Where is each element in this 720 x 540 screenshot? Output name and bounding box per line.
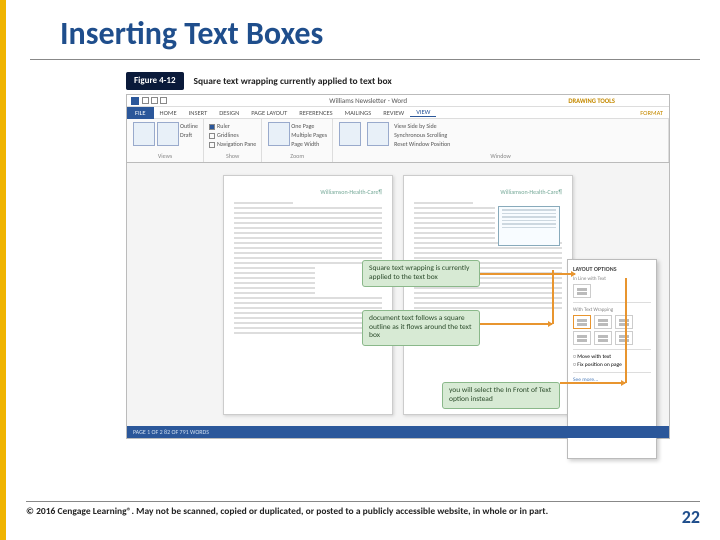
opt-inline[interactable] — [573, 284, 591, 298]
page-header: Williamson-Health-Care¶ — [234, 188, 382, 196]
reset-position-button[interactable]: Reset Window Position — [394, 140, 450, 148]
layout-options-title: LAYOUT OPTIONS — [573, 265, 651, 273]
group-zoom-label: Zoom — [267, 152, 327, 160]
tab-home[interactable]: HOME — [154, 109, 183, 117]
read-mode-button[interactable] — [133, 122, 155, 146]
one-page-button[interactable]: One Page — [291, 122, 327, 130]
tab-review[interactable]: REVIEW — [377, 109, 410, 117]
opt-tight[interactable] — [594, 315, 612, 329]
document-area: Williamson-Health-Care¶ — [127, 163, 669, 427]
group-window-label: Window — [338, 152, 663, 160]
opt-square[interactable] — [573, 315, 591, 329]
group-show: Ruler Gridlines Navigation Pane Show — [204, 119, 262, 162]
word-app-window: Williams Newsletter - Word DRAWING TOOLS… — [126, 94, 670, 439]
window-title: Williams Newsletter - Word — [168, 96, 568, 105]
qat-save-icon[interactable] — [142, 97, 149, 104]
radio-move-with-text[interactable]: Move with text — [573, 354, 651, 360]
group-zoom: One Page Multiple Pages Page Width Zoom — [262, 119, 333, 162]
arrow-3v — [625, 278, 627, 383]
page-2[interactable]: Williamson-Health-Care¶ — [403, 175, 573, 415]
tab-page-layout[interactable]: PAGE LAYOUT — [245, 109, 293, 117]
draft-button[interactable]: Draft — [180, 131, 198, 139]
title-bar: Williams Newsletter - Word DRAWING TOOLS — [127, 95, 669, 107]
opt-through[interactable] — [615, 315, 633, 329]
page-header-2: Williamson-Health-Care¶ — [414, 188, 562, 196]
tab-file[interactable]: FILE — [127, 107, 154, 119]
ribbon-tabs: FILE HOME INSERT DESIGN PAGE LAYOUT REFE… — [127, 107, 669, 119]
copyright-text: © 2016 Cengage Learning®. May not be sca… — [26, 506, 682, 530]
arrow-2 — [480, 323, 552, 325]
callout-in-front: you will select the In Front of Text opt… — [442, 382, 560, 409]
slide-footer: © 2016 Cengage Learning®. May not be sca… — [26, 501, 700, 530]
contextual-tab-group: DRAWING TOOLS — [568, 97, 615, 105]
qat-undo-icon[interactable] — [151, 97, 158, 104]
tab-references[interactable]: REFERENCES — [293, 109, 338, 117]
opt-top-bottom[interactable] — [573, 331, 591, 345]
tab-mailings[interactable]: MAILINGS — [339, 109, 378, 117]
outline-button[interactable]: Outline — [180, 122, 198, 130]
opt-in-front[interactable] — [615, 331, 633, 345]
word-icon — [131, 97, 139, 105]
tab-insert[interactable]: INSERT — [183, 109, 214, 117]
group-show-label: Show — [209, 152, 256, 160]
figure-number: Figure 4-12 — [126, 72, 184, 90]
group-views: Outline Draft Views — [127, 119, 204, 162]
page-number: 22 — [682, 506, 700, 530]
arrow-2v — [552, 270, 554, 324]
inline-section-label: In Line with Text — [573, 276, 651, 282]
print-layout-button[interactable] — [157, 122, 179, 146]
callout-square-wrap: Square text wrapping is currently applie… — [362, 260, 480, 287]
group-views-label: Views — [132, 152, 198, 160]
opt-behind[interactable] — [594, 331, 612, 345]
new-window-button[interactable] — [339, 122, 361, 146]
group-window: View Side by Side Synchronous Scrolling … — [333, 119, 669, 162]
arrow-1 — [480, 273, 575, 275]
figure-caption: Square text wrapping currently applied t… — [184, 72, 402, 90]
multiple-pages-button[interactable]: Multiple Pages — [291, 131, 327, 139]
navpane-checkbox[interactable]: Navigation Pane — [209, 140, 256, 148]
tab-design[interactable]: DESIGN — [213, 109, 245, 117]
arrange-all-button[interactable] — [367, 122, 389, 146]
side-by-side-button[interactable]: View Side by Side — [394, 122, 450, 130]
qat-redo-icon[interactable] — [160, 97, 167, 104]
gridlines-checkbox[interactable]: Gridlines — [209, 131, 256, 139]
callout-text-flows: document text follows a square outline a… — [362, 310, 480, 346]
arrow-3 — [560, 382, 625, 384]
tab-view[interactable]: VIEW — [410, 108, 436, 117]
page-width-button[interactable]: Page Width — [291, 140, 327, 148]
ruler-checkbox[interactable]: Ruler — [209, 122, 256, 130]
page-1[interactable]: Williamson-Health-Care¶ — [223, 175, 393, 415]
ribbon: Outline Draft Views Ruler Gridlines Navi… — [127, 119, 669, 163]
tab-format[interactable]: FORMAT — [634, 109, 669, 117]
text-box[interactable] — [498, 206, 560, 246]
sync-scroll-button[interactable]: Synchronous Scrolling — [394, 131, 450, 139]
zoom-button[interactable] — [268, 122, 290, 146]
wrap-section-label: With Text Wrapping — [573, 307, 651, 313]
figure-container: Figure 4-12 Square text wrapping current… — [126, 72, 670, 439]
slide-title: Inserting Text Boxes — [60, 14, 676, 53]
status-bar: PAGE 1 OF 2 82 OF 791 WORDS — [127, 426, 669, 438]
radio-fix-position[interactable]: Fix position on page — [573, 362, 651, 368]
